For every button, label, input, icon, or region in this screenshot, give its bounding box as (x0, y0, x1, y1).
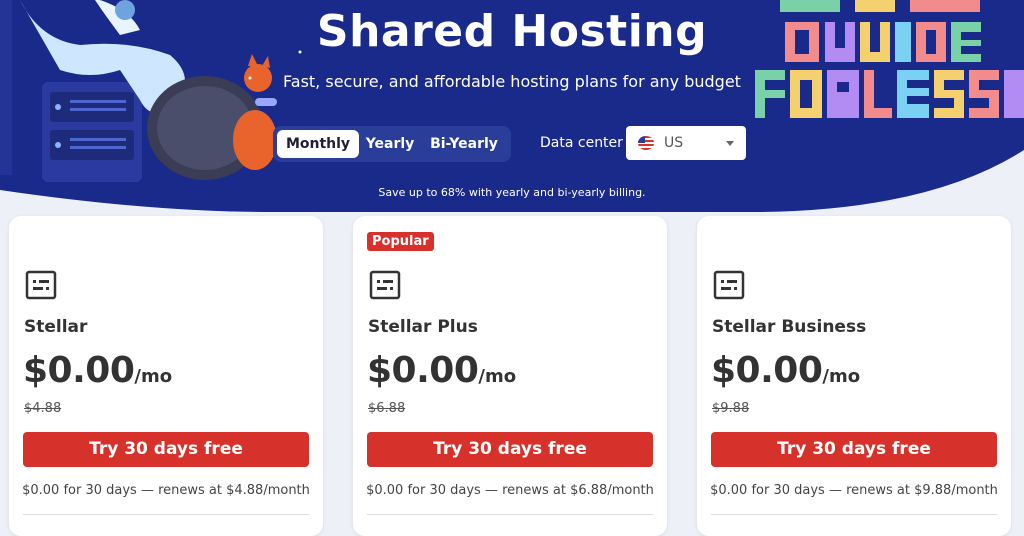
divider (23, 514, 309, 515)
try-free-button[interactable]: Try 30 days free (23, 432, 309, 467)
plan-old-price: $9.88 (712, 401, 750, 416)
plan-icon (25, 270, 57, 300)
plan-name: Stellar Business (712, 317, 867, 337)
page-subtitle: Fast, secure, and affordable hosting pla… (283, 72, 741, 91)
data-center-select[interactable]: US (626, 126, 746, 160)
plan-renew-note: $0.00 for 30 days — renews at $9.88/mont… (710, 483, 998, 498)
plan-icon (369, 270, 401, 300)
data-center-label: Data center (540, 135, 623, 151)
plan-old-price: $6.88 (368, 401, 406, 416)
plan-renew-note: $0.00 for 30 days — renews at $6.88/mont… (366, 483, 654, 498)
page-title: Shared Hosting (316, 6, 708, 57)
try-free-button[interactable]: Try 30 days free (367, 432, 653, 467)
billing-option-monthly[interactable]: Monthly (277, 130, 359, 158)
divider (367, 514, 653, 515)
plan-name: Stellar (24, 317, 88, 337)
plan-price: $0.00/mo (23, 350, 173, 391)
plan-renew-note: $0.00 for 30 days — renews at $4.88/mont… (22, 483, 310, 498)
plan-name: Stellar Plus (368, 317, 478, 337)
plan-card-stellar: Stellar $0.00/mo $4.88 Try 30 days free … (9, 216, 323, 536)
save-note: Save up to 68% with yearly and bi-yearly… (378, 186, 646, 199)
us-flag-icon (638, 136, 654, 150)
divider (711, 514, 997, 515)
data-center-value: US (664, 135, 684, 151)
plan-price: $0.00/mo (367, 350, 517, 391)
billing-option-bi-yearly[interactable]: Bi-Yearly (423, 130, 505, 158)
billing-option-yearly[interactable]: Yearly (361, 130, 419, 158)
chevron-down-icon (726, 141, 734, 146)
plan-old-price: $4.88 (24, 401, 62, 416)
plan-price: $0.00/mo (711, 350, 861, 391)
try-free-button[interactable]: Try 30 days free (711, 432, 997, 467)
billing-toggle: Monthly Yearly Bi-Yearly (273, 126, 511, 162)
plan-card-stellar-plus: Popular Stellar Plus $0.00/mo $6.88 Try … (353, 216, 667, 536)
plan-card-stellar-business: Stellar Business $0.00/mo $9.88 Try 30 d… (697, 216, 1011, 536)
plan-icon (713, 270, 745, 300)
popular-badge: Popular (367, 232, 434, 251)
